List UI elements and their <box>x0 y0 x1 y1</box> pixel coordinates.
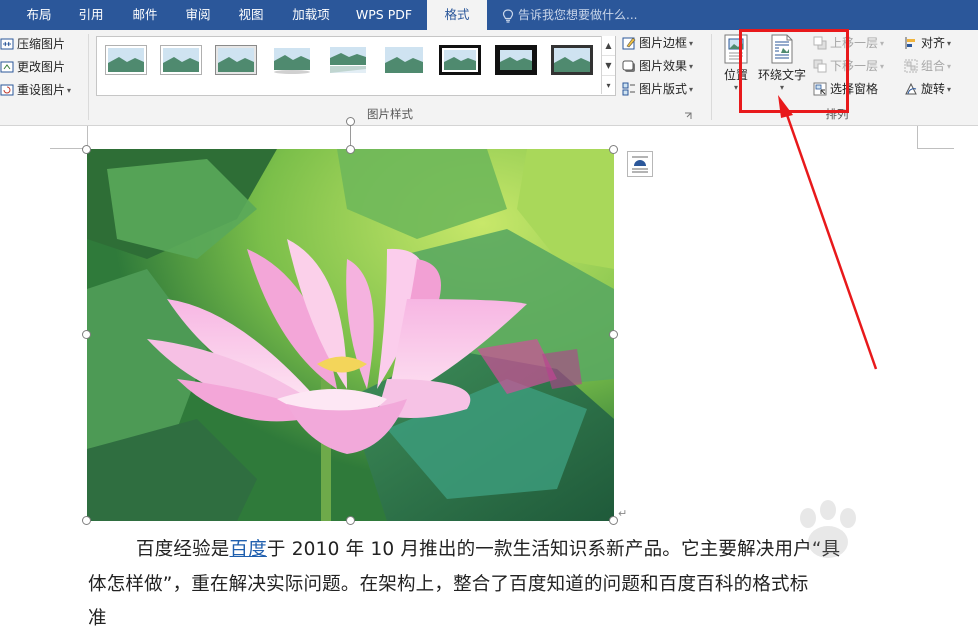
style-thumb-1[interactable] <box>105 45 147 75</box>
layout-icon <box>622 82 635 96</box>
picture-styles-group-label: 图片样式 <box>367 107 413 121</box>
gallery-more-icon[interactable]: ▾ <box>602 76 615 95</box>
resize-handle[interactable] <box>82 330 91 339</box>
layout-options-icon <box>632 156 648 173</box>
rotate-handle[interactable] <box>346 117 355 126</box>
para-text-a: 百度经验是 <box>136 539 230 560</box>
chevron-down-icon: ▾ <box>689 62 694 71</box>
lotus-image[interactable] <box>87 149 614 521</box>
paragraph-mark: ↵ <box>618 507 628 520</box>
tab-format[interactable]: 格式 <box>427 0 487 31</box>
compress-icon <box>0 38 14 50</box>
tab-view[interactable]: 视图 <box>226 0 276 30</box>
style-thumb-8[interactable] <box>495 45 537 75</box>
align-label: 对齐 <box>921 36 946 50</box>
lightbulb-icon <box>502 8 514 23</box>
group-divider <box>711 34 712 120</box>
tell-me-text: 告诉我您想要做什么... <box>518 8 638 22</box>
gallery-scrollbar[interactable]: ▲ ▼ ▾ <box>601 36 615 94</box>
reset-picture-button[interactable]: 重设图片 ▾ <box>0 80 71 100</box>
rotate-label: 旋转 <box>921 82 946 96</box>
picture-layout-button[interactable]: 图片版式 ▾ <box>622 79 693 99</box>
reset-picture-icon <box>0 84 14 96</box>
chevron-down-icon: ▾ <box>947 39 952 48</box>
chevron-down-icon: ▾ <box>947 62 952 71</box>
picture-border-label: 图片边框 <box>639 36 688 50</box>
style-thumb-6[interactable] <box>383 45 425 75</box>
rotate-icon <box>905 82 917 95</box>
ribbon-tab-bar: 布局 引用 邮件 审阅 视图 加载项 WPS PDF 格式 告诉我您想要做什么.… <box>0 0 978 31</box>
picture-effects-button[interactable]: 图片效果 ▾ <box>622 56 693 76</box>
change-picture-label: 更改图片 <box>17 60 66 74</box>
baidu-link[interactable]: 百度 <box>230 539 267 560</box>
dialog-launcher-icon[interactable] <box>684 112 692 120</box>
annotation-highlight-box <box>739 29 849 113</box>
chevron-down-icon: ▾ <box>67 86 72 95</box>
group-objects-icon <box>904 59 918 73</box>
style-thumb-9[interactable] <box>551 45 593 75</box>
chevron-down-icon: ▾ <box>689 85 694 94</box>
chevron-down-icon: ▾ <box>947 85 952 94</box>
style-thumb-4[interactable] <box>271 45 313 75</box>
tab-addins[interactable]: 加载项 <box>282 0 340 30</box>
compress-label: 压缩图片 <box>17 37 66 51</box>
layout-options-button[interactable] <box>627 151 653 177</box>
watermark-logo <box>800 500 856 558</box>
tab-references[interactable]: 引用 <box>66 0 116 30</box>
align-button[interactable]: 对齐 ▾ <box>904 33 951 53</box>
tell-me-box[interactable]: 告诉我您想要做什么... <box>502 0 637 30</box>
margin-mark <box>917 126 918 149</box>
resize-handle[interactable] <box>609 145 618 154</box>
picture-styles-gallery[interactable] <box>96 36 616 96</box>
group-label: 组合 <box>921 59 946 73</box>
chevron-down-icon: ▾ <box>689 39 694 48</box>
effects-icon <box>622 60 635 72</box>
tab-review[interactable]: 审阅 <box>173 0 223 30</box>
tab-layout[interactable]: 布局 <box>14 0 64 30</box>
resize-handle[interactable] <box>346 145 355 154</box>
doc-paragraph-line-3[interactable]: 准 <box>88 604 933 630</box>
resize-handle[interactable] <box>609 516 618 525</box>
change-picture-button[interactable]: 更改图片 <box>0 57 65 77</box>
gallery-down-icon[interactable]: ▼ <box>602 56 615 76</box>
tab-mailings[interactable]: 邮件 <box>120 0 170 30</box>
reset-picture-label: 重设图片 <box>17 83 66 97</box>
group-button[interactable]: 组合 ▾ <box>904 56 951 76</box>
rotate-button[interactable]: 旋转 ▾ <box>904 79 951 99</box>
chevron-down-icon: ▾ <box>880 62 885 71</box>
resize-handle[interactable] <box>346 516 355 525</box>
style-thumb-5[interactable] <box>327 45 369 75</box>
pen-border-icon <box>622 37 636 50</box>
style-thumb-2[interactable] <box>160 45 202 75</box>
chevron-down-icon: ▾ <box>880 39 885 48</box>
change-picture-icon <box>0 61 14 73</box>
picture-border-button[interactable]: 图片边框 ▾ <box>622 33 693 53</box>
style-thumb-7[interactable] <box>439 45 481 75</box>
style-thumb-3[interactable] <box>215 45 257 75</box>
compress-pictures-button[interactable]: 压缩图片 <box>0 34 65 54</box>
picture-layout-label: 图片版式 <box>639 82 688 96</box>
resize-handle[interactable] <box>82 516 91 525</box>
align-icon <box>905 37 915 49</box>
margin-mark <box>917 148 954 149</box>
group-divider <box>88 34 89 120</box>
picture-effects-label: 图片效果 <box>639 59 688 73</box>
resize-handle[interactable] <box>82 145 91 154</box>
resize-handle[interactable] <box>609 330 618 339</box>
gallery-up-icon[interactable]: ▲ <box>602 36 615 56</box>
tab-wps-pdf[interactable]: WPS PDF <box>348 0 420 30</box>
